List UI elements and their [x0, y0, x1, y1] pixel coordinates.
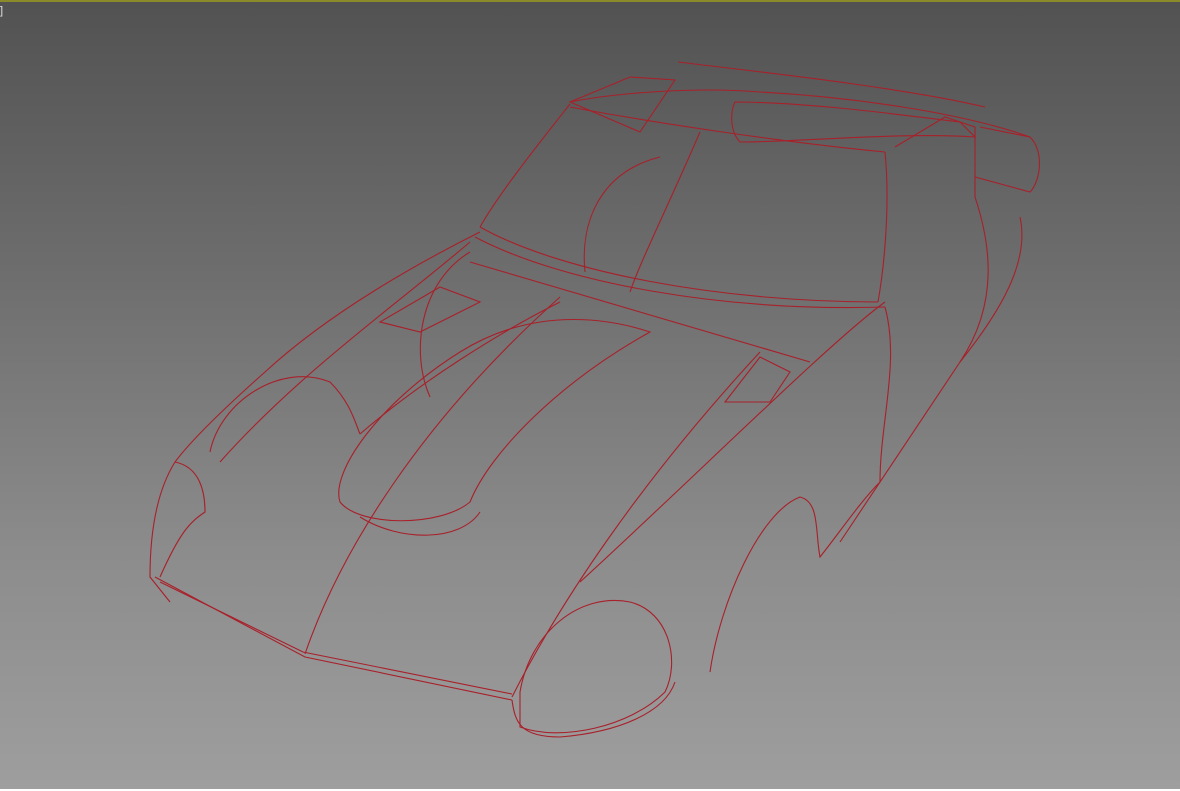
- left-fender-line: [174, 231, 481, 463]
- hood-seam: [469, 261, 811, 363]
- rear-window: [731, 101, 977, 143]
- a-pillar-left: [479, 103, 571, 228]
- left-vent: [378, 286, 482, 333]
- left-door-line: [419, 251, 471, 398]
- left-body-line: [219, 241, 471, 463]
- door-curve: [583, 156, 661, 273]
- windshield-bottom-2: [474, 236, 886, 309]
- left-inner-line: [359, 301, 561, 435]
- front-edge-2: [159, 581, 513, 695]
- right-fender-line: [579, 301, 886, 583]
- perspective-viewport[interactable]: ]: [0, 0, 1180, 789]
- right-headlight: [519, 600, 673, 734]
- hood-scoop: [338, 319, 652, 522]
- right-rear-arch: [959, 216, 1023, 363]
- roof-top: [569, 89, 1031, 138]
- windshield-top: [569, 106, 886, 153]
- c-pillar: [894, 116, 976, 197]
- hood-centerline: [304, 296, 561, 655]
- roof-rear-edge: [677, 61, 986, 108]
- b-pillar: [629, 131, 701, 293]
- tail-panel: [974, 126, 1041, 193]
- right-hood-line: [511, 351, 761, 698]
- front-edge: [154, 576, 513, 701]
- hood-scoop-inner: [359, 511, 481, 536]
- right-body-side: [709, 306, 892, 673]
- left-wheel-arch: [209, 376, 361, 453]
- right-rear-line: [839, 196, 989, 543]
- quarter-window: [568, 76, 676, 133]
- a-pillar-right: [877, 151, 888, 303]
- front-lamp-left: [159, 461, 206, 578]
- car-wireframe: [149, 61, 1041, 738]
